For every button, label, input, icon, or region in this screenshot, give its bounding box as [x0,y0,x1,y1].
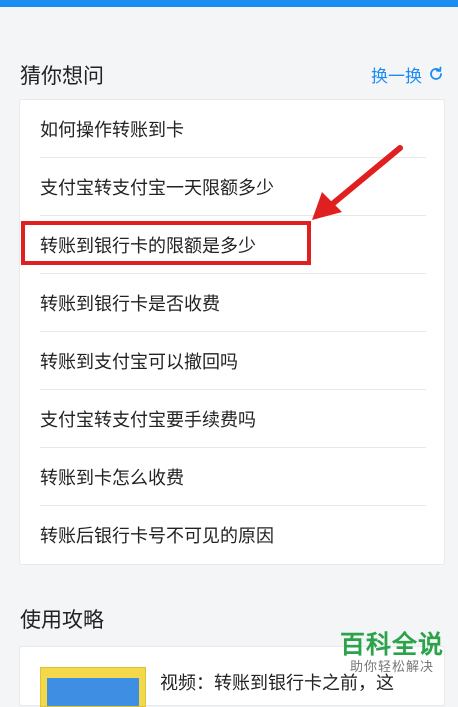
question-item[interactable]: 转账到卡怎么收费 [40,448,426,506]
top-accent-bar [0,0,458,7]
refresh-label: 换一换 [371,66,422,87]
watermark-sub-text: 助你轻松解决 [349,660,434,675]
red-arrow-annotation [312,145,403,220]
watermark-logo: 百科全说 助你轻松解决 [340,630,444,676]
question-item[interactable]: 转账到银行卡是否收费 [40,274,426,332]
question-item[interactable]: 转账后银行卡号不可见的原因 [40,506,426,564]
refresh-button[interactable]: 换一换 [371,62,444,87]
refresh-icon [430,66,442,80]
highlight-annotation-box [21,221,311,265]
question-item[interactable]: 支付宝转支付宝要手续费吗 [40,390,426,448]
section-title-guides: 使用攻略 [20,608,104,632]
thumbnail-art [47,678,139,706]
section-title-guess: 猜你想问 [20,64,104,88]
question-item[interactable]: 转账到支付宝可以撤回吗 [40,332,426,390]
video-thumbnail[interactable] [40,667,146,707]
watermark-main-text: 百科全说 [339,630,444,659]
